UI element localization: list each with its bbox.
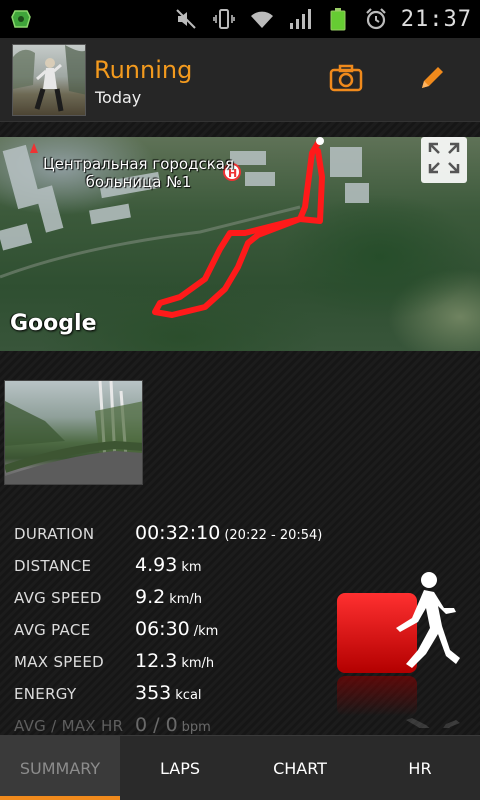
stat-label: AVG / MAX HR xyxy=(14,717,124,735)
stat-unit: bpm xyxy=(181,720,211,735)
stat-row-distance: DISTANCE 4.93 km xyxy=(14,554,354,586)
summary-stats: DURATION 00:32:10 (20:22 - 20:54) DISTAN… xyxy=(14,522,354,746)
edit-button[interactable] xyxy=(410,58,454,102)
stat-unit: km/h xyxy=(169,592,203,607)
camera-icon xyxy=(329,63,363,97)
running-sport-icon xyxy=(334,568,464,757)
stat-label: AVG SPEED xyxy=(14,589,102,607)
stat-label: DISTANCE xyxy=(14,557,92,575)
battery-icon xyxy=(325,7,351,31)
wifi-icon xyxy=(249,7,275,31)
stat-unit: km xyxy=(181,560,202,575)
vibrate-icon xyxy=(211,7,237,31)
stat-label: AVG PACE xyxy=(14,621,91,639)
stat-label: MAX SPEED xyxy=(14,653,105,671)
stat-value: 353 xyxy=(135,682,172,704)
stat-value: 0 / 0 xyxy=(135,714,178,736)
stat-label: DURATION xyxy=(14,525,95,543)
stat-value: 9.2 xyxy=(135,586,166,608)
stat-unit: (20:22 - 20:54) xyxy=(224,528,323,543)
stat-row-energy: ENERGY 353 kcal xyxy=(14,682,354,714)
expand-icon xyxy=(427,141,461,179)
activity-date: Today xyxy=(95,88,142,107)
route-map[interactable]: H Центральная городская больница №1 Goog… xyxy=(0,137,480,351)
fullscreen-button[interactable] xyxy=(421,137,467,183)
app-notification-icon xyxy=(8,7,34,31)
tab-chart[interactable]: CHART xyxy=(240,736,360,800)
pencil-icon xyxy=(416,62,448,98)
stat-unit: km/h xyxy=(181,656,215,671)
tab-summary[interactable]: SUMMARY xyxy=(0,736,120,800)
tab-hr[interactable]: HR xyxy=(360,736,480,800)
stat-row-avg-speed: AVG SPEED 9.2 km/h xyxy=(14,586,354,618)
bottom-tab-bar: SUMMARY LAPS CHART HR xyxy=(0,735,480,800)
action-bar: Running Today xyxy=(0,38,480,122)
place-pin xyxy=(30,143,38,153)
mute-icon xyxy=(173,7,199,31)
stat-row-duration: DURATION 00:32:10 (20:22 - 20:54) xyxy=(14,522,354,554)
stat-row-avg-pace: AVG PACE 06:30 /km xyxy=(14,618,354,650)
status-bar: 21:37 xyxy=(0,0,480,38)
google-attribution: Google xyxy=(10,311,97,336)
signal-icon xyxy=(287,7,313,31)
stat-label: ENERGY xyxy=(14,685,77,703)
activity-thumbnail[interactable] xyxy=(12,44,86,116)
stat-value: 06:30 xyxy=(135,618,190,640)
route-end-marker xyxy=(316,137,324,145)
stat-value: 12.3 xyxy=(135,650,178,672)
activity-title: Running xyxy=(94,56,193,84)
tab-laps[interactable]: LAPS xyxy=(120,736,240,800)
camera-button[interactable] xyxy=(324,58,368,102)
activity-photo[interactable] xyxy=(4,380,143,485)
stat-value: 4.93 xyxy=(135,554,178,576)
stat-row-max-speed: MAX SPEED 12.3 km/h xyxy=(14,650,354,682)
map-place-label: Центральная городская больница №1 xyxy=(43,155,235,191)
stat-value: 00:32:10 xyxy=(135,522,221,544)
clock: 21:37 xyxy=(400,6,472,32)
alarm-icon xyxy=(363,7,389,31)
stat-unit: /km xyxy=(193,624,219,639)
stat-unit: kcal xyxy=(175,688,202,703)
